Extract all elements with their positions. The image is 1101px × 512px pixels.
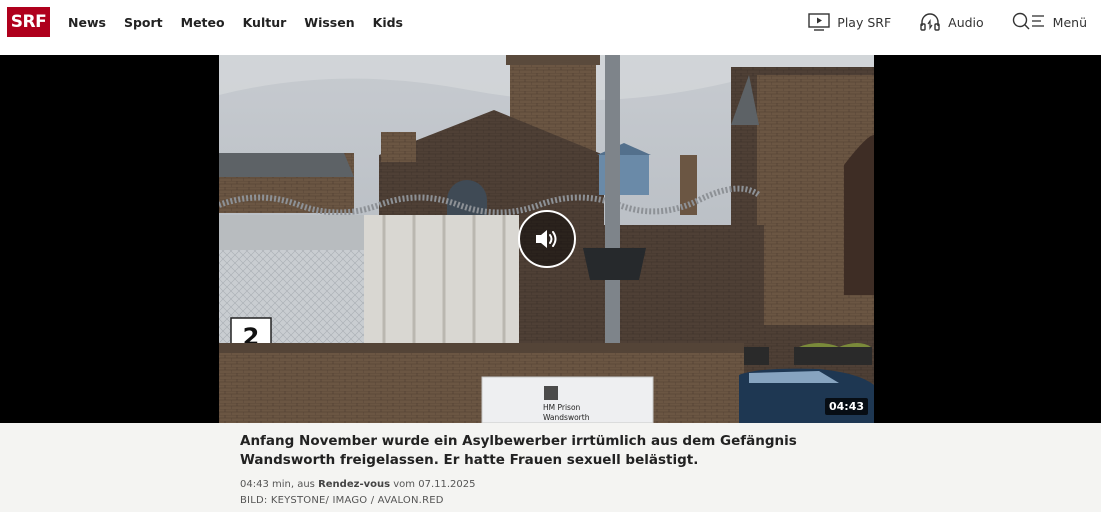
srf-logo[interactable]: SRF <box>7 7 50 37</box>
video-caption: Anfang November wurde ein Asylbewerber i… <box>240 432 840 506</box>
air-date: 07.11.2025 <box>418 479 476 490</box>
unmute-button[interactable] <box>518 210 576 268</box>
video-meta: 04:43 min, aus Rendez-vous vom 07.11.202… <box>240 479 840 490</box>
date-prefix: vom <box>393 479 416 490</box>
audio-link[interactable]: Audio <box>919 13 984 31</box>
speaker-icon <box>536 230 557 248</box>
nav-news[interactable]: News <box>68 15 106 30</box>
menu-button[interactable]: Menü <box>1012 12 1087 32</box>
nav-meteo[interactable]: Meteo <box>181 15 225 30</box>
audio-label: Audio <box>948 14 984 30</box>
nav-kids[interactable]: Kids <box>373 15 403 30</box>
play-srf-label: Play SRF <box>837 14 892 30</box>
play-srf-link[interactable]: Play SRF <box>808 13 891 31</box>
play-screen-icon <box>808 13 830 31</box>
menu-label: Menü <box>1052 14 1087 30</box>
secondary-nav: Play SRF Audio Menü <box>780 0 1087 44</box>
caption-text: Anfang November wurde ein Asylbewerber i… <box>240 433 797 468</box>
nav-sport[interactable]: Sport <box>124 15 163 30</box>
image-credit: BILD: KEYSTONE/ IMAGO / AVALON.RED <box>240 495 444 506</box>
nav-wissen[interactable]: Wissen <box>304 15 354 30</box>
video-player[interactable]: 2 HM Prison Wandsworth 04:43 <box>0 55 1101 423</box>
site-header: SRF News Sport Meteo Kultur Wissen Kids … <box>0 0 1101 55</box>
video-length: 04:43 min, aus <box>240 479 315 490</box>
show-name[interactable]: Rendez-vous <box>318 479 390 490</box>
headphones-icon <box>920 13 940 31</box>
main-nav: News Sport Meteo Kultur Wissen Kids <box>68 0 421 44</box>
search-menu-icon <box>1012 12 1044 30</box>
sign-line-1: HM Prison <box>543 403 581 412</box>
video-frame[interactable]: 2 HM Prison Wandsworth 04:43 <box>219 55 874 423</box>
nav-kultur[interactable]: Kultur <box>243 15 287 30</box>
sign-line-2: Wandsworth <box>543 413 590 422</box>
video-duration-badge: 04:43 <box>824 398 868 415</box>
